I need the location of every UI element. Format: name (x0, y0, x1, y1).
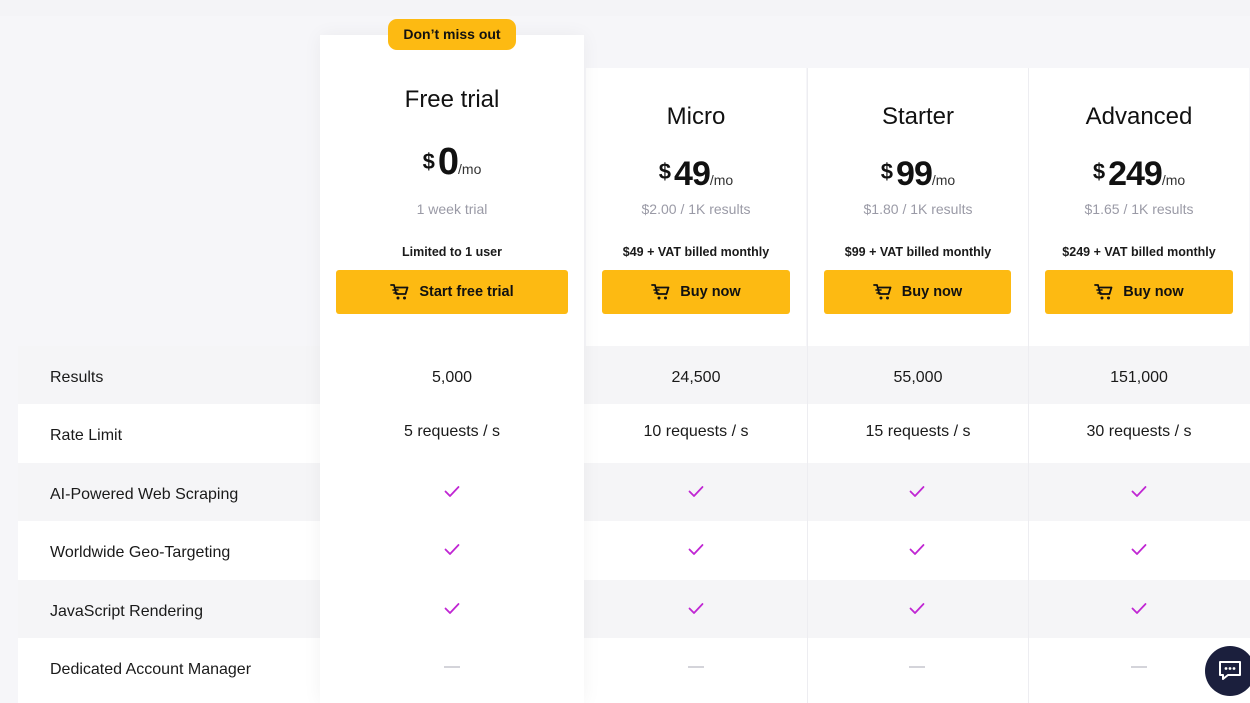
feature-label-js-rendering: JavaScript Rendering (50, 603, 203, 620)
dash-icon (1131, 666, 1147, 668)
plan-sub-free-trial: 1 week trial (416, 201, 488, 217)
dash-icon (688, 666, 704, 668)
rate-limit-value-advanced: 30 requests / s (1086, 423, 1192, 440)
results-value-free-trial: 5,000 (431, 369, 473, 386)
button-label: Buy now (1123, 284, 1184, 300)
price-amount: 99 (896, 155, 933, 193)
price-period: /mo (458, 161, 482, 177)
rate-limit-value-micro: 10 requests / s (643, 423, 749, 440)
buy-now-starter-button[interactable]: Buy now (824, 270, 1011, 314)
plan-sub-micro: $2.00 / 1K results (641, 201, 751, 217)
cart-icon (1094, 284, 1113, 300)
button-label: Buy now (901, 284, 963, 300)
billing-note-free-trial: Limited to 1 user (401, 245, 503, 259)
price-period: /mo (931, 172, 956, 188)
price-period: /mo (1161, 172, 1186, 188)
billing-note-micro: $49 + VAT billed monthly (622, 245, 770, 259)
buy-now-advanced-button[interactable]: Buy now (1045, 270, 1233, 314)
feature-label-account-manager: Dedicated Account Manager (50, 661, 252, 678)
checkmark-icon (1131, 485, 1147, 503)
rate-limit-value-free-trial: 5 requests / s (403, 423, 501, 440)
checkmark-icon (688, 602, 704, 620)
price-period: /mo (709, 172, 734, 188)
billing-note-advanced: $249 + VAT billed monthly (1062, 245, 1216, 259)
feature-label-geo-targeting: Worldwide Geo-Targeting (50, 544, 231, 561)
start-free-trial-button[interactable]: Start free trial (336, 270, 568, 314)
checkmark-icon (444, 485, 460, 503)
chat-icon (1219, 661, 1241, 680)
feature-label-results: Results (50, 369, 104, 386)
price-amount: 249 (1108, 155, 1163, 193)
feature-label-rate-limit: Rate Limit (50, 427, 123, 444)
billing-note-starter: $99 + VAT billed monthly (844, 245, 992, 259)
currency-symbol: $ (880, 159, 894, 184)
currency-symbol: $ (422, 149, 435, 174)
button-label: Start free trial (419, 284, 514, 300)
checkmark-icon (1131, 543, 1147, 561)
checkmark-icon (688, 485, 704, 503)
cart-icon (651, 284, 670, 300)
buy-now-micro-button[interactable]: Buy now (602, 270, 790, 314)
plan-name-free-trial: Free trial (404, 86, 500, 113)
dash-icon (909, 666, 925, 668)
plan-sub-advanced: $1.65 / 1K results (1084, 201, 1194, 217)
price-free-trial: $0/mo (320, 141, 584, 184)
checkmark-icon (444, 543, 460, 561)
dash-icon (444, 666, 460, 668)
plan-name-advanced: Advanced (1085, 103, 1193, 130)
top-strip (0, 0, 1250, 16)
feature-label-ai-scraping: AI-Powered Web Scraping (50, 486, 239, 503)
currency-symbol: $ (658, 159, 672, 184)
plan-sub-starter: $1.80 / 1K results (863, 201, 973, 217)
results-value-advanced: 151,000 (1110, 369, 1168, 386)
checkmark-icon (1131, 602, 1147, 620)
results-value-starter: 55,000 (893, 369, 943, 386)
checkmark-icon (909, 602, 925, 620)
price-amount: 0 (437, 141, 459, 183)
rate-limit-value-starter: 15 requests / s (865, 423, 971, 440)
checkmark-icon (909, 485, 925, 503)
chat-widget-button[interactable] (1205, 646, 1250, 696)
plan-name-micro: Micro (666, 103, 726, 130)
checkmark-icon (444, 602, 460, 620)
price-micro: $49/mo (586, 155, 806, 194)
checkmark-icon (688, 543, 704, 561)
currency-symbol: $ (1092, 159, 1106, 184)
price-advanced: $249/mo (1029, 155, 1249, 194)
plan-name-starter: Starter (881, 103, 955, 130)
cart-icon (872, 284, 892, 300)
checkmark-icon (909, 543, 925, 561)
button-label: Buy now (680, 284, 741, 300)
dont-miss-out-badge: Don’t miss out (388, 19, 516, 50)
cart-icon (390, 284, 409, 300)
price-starter: $99/mo (808, 155, 1028, 194)
results-value-micro: 24,500 (671, 369, 721, 386)
price-amount: 49 (674, 155, 711, 193)
